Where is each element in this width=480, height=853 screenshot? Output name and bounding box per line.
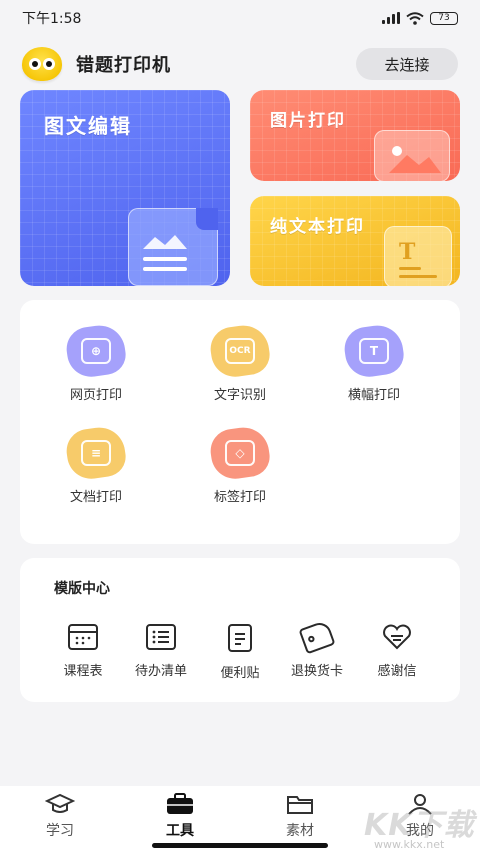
image-print-card[interactable]: 图片打印 [250,90,460,181]
nav-label: 素材 [286,823,314,839]
signal-icon [382,12,400,24]
tool-label: 标签打印 [213,490,266,505]
image-document-icon [128,208,218,286]
template-label: 感谢信 [377,664,417,679]
monitor-icon: ⊕ [81,338,111,364]
tag-icon: ◇ [225,440,255,466]
app-title: 错题打印机 [76,55,171,76]
template-center-panel: 模版中心 课程表 待办清单 便利贴 退换货卡 感谢信 [20,558,460,702]
image-print-title: 图片打印 [270,111,346,131]
plain-text-print-title: 纯文本打印 [270,217,365,237]
template-thank-you-letter[interactable]: 感谢信 [360,624,434,679]
template-center-heading: 模版中心 [54,581,110,597]
wifi-icon [406,11,424,25]
image-icon [374,130,450,181]
graduation-cap-icon [44,792,76,816]
ocr-icon: OCR [225,338,255,364]
document-print-tool[interactable]: ≡ 文档打印 [46,424,146,505]
heart-letter-icon [382,624,412,650]
note-icon [228,624,252,652]
watermark-url: www.kkx.net [374,838,445,851]
template-label: 课程表 [63,664,103,679]
text-document-icon: T [384,226,452,286]
template-label: 便利贴 [220,666,260,681]
svg-text:T: T [399,239,416,265]
template-label: 待办清单 [134,664,187,679]
template-label: 退换货卡 [290,664,343,679]
nav-item-study[interactable]: 学习 [0,786,120,853]
nav-label: 工具 [166,823,194,839]
label-print-tool[interactable]: ◇ 标签打印 [190,424,290,505]
image-text-edit-title: 图文编辑 [44,114,132,138]
ocr-tool[interactable]: OCR 文字识别 [190,322,290,403]
status-time: 下午1:58 [22,11,82,27]
plain-text-print-card[interactable]: 纯文本打印 T [250,196,460,286]
template-sticky-note[interactable]: 便利贴 [203,624,277,681]
template-schedule[interactable]: 课程表 [46,624,120,679]
banner-print-tool[interactable]: T 横幅打印 [324,322,424,403]
home-indicator[interactable] [152,843,328,848]
tool-label: 横幅打印 [347,388,400,403]
tool-label: 网页打印 [69,388,122,403]
banner-text-icon: T [359,338,389,364]
app-header: 错题打印机 去连接 [0,44,480,84]
web-print-tool[interactable]: ⊕ 网页打印 [46,322,146,403]
template-return-card[interactable]: 退换货卡 [280,619,354,679]
image-text-edit-card[interactable]: 图文编辑 [20,90,230,286]
connect-button[interactable]: 去连接 [356,48,458,80]
app-logo-icon [22,47,62,81]
document-icon: ≡ [81,440,111,466]
battery-icon: 73 [430,11,458,25]
status-bar: 下午1:58 73 [0,0,480,36]
template-todo-list[interactable]: 待办清单 [124,624,198,679]
tag-card-icon [298,619,336,655]
tools-panel: ⊕ 网页打印 OCR 文字识别 T 横幅打印 ≡ 文档打印 ◇ 标签打印 [20,300,460,544]
checklist-icon [146,624,176,650]
tool-label: 文档打印 [69,490,122,505]
tool-label: 文字识别 [213,388,266,403]
folder-icon [285,792,315,816]
toolbox-icon [165,792,195,816]
calendar-icon [68,624,98,650]
nav-label: 学习 [46,823,74,839]
status-icons: 73 [382,11,458,25]
